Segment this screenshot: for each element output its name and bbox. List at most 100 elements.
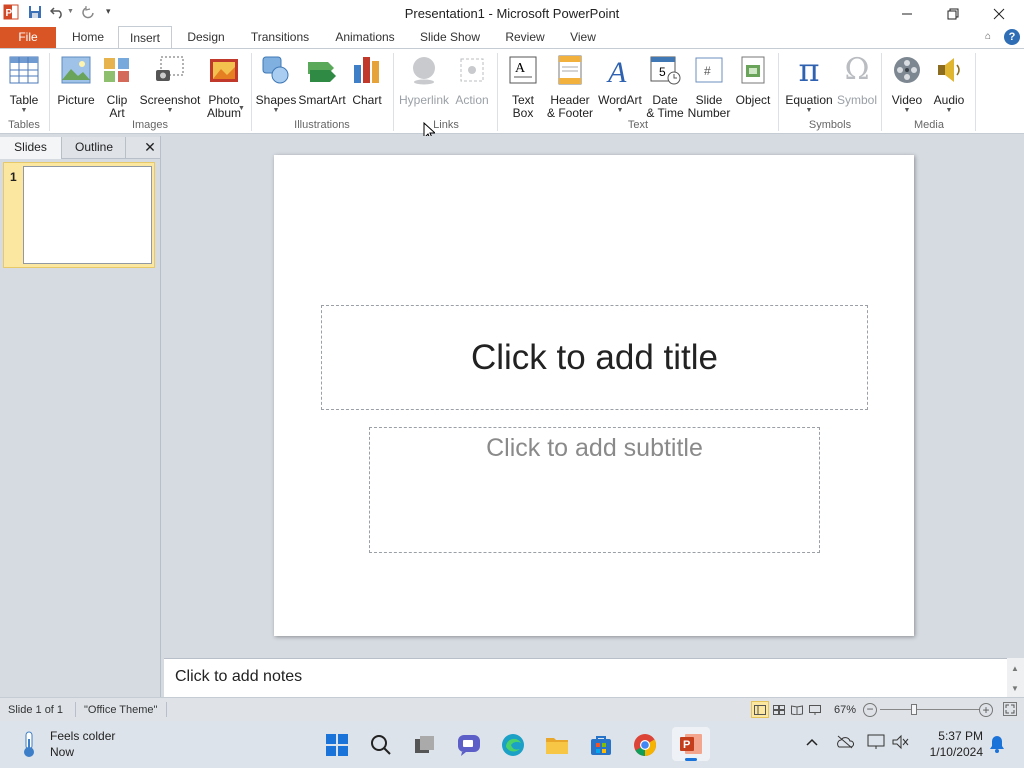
group-label-links: Links bbox=[433, 119, 459, 131]
equation-dropdown-icon: ▼ bbox=[805, 107, 813, 114]
tab-design[interactable]: Design bbox=[180, 26, 232, 48]
notes-pane[interactable]: Click to add notes bbox=[164, 658, 1007, 697]
video-dropdown-icon: ▼ bbox=[903, 107, 911, 114]
onedrive-icon[interactable] bbox=[836, 735, 855, 752]
object-icon bbox=[736, 53, 770, 87]
slide-indicator: Slide 1 of 1 bbox=[8, 704, 64, 716]
group-label-media: Media bbox=[914, 119, 944, 131]
audio-button[interactable]: Audio ▼ bbox=[928, 53, 970, 115]
picture-button[interactable]: Picture bbox=[54, 53, 98, 107]
powerpoint-taskbar-icon[interactable]: P bbox=[672, 727, 710, 761]
active-app-indicator bbox=[685, 758, 697, 761]
fit-slide-icon[interactable] bbox=[1003, 702, 1017, 716]
status-bar: Slide 1 of 1 "Office Theme" 67% − + bbox=[0, 697, 1024, 721]
slide-thumbnail[interactable] bbox=[23, 166, 152, 264]
header-footer-icon bbox=[553, 53, 587, 87]
close-icon[interactable] bbox=[976, 0, 1022, 28]
group-label-text: Text bbox=[627, 119, 649, 131]
wordart-dropdown-icon: ▼ bbox=[616, 107, 624, 114]
theme-name[interactable]: "Office Theme" bbox=[84, 704, 157, 716]
notes-scrollbar[interactable]: ▲ ▼ bbox=[1007, 658, 1024, 697]
tab-review[interactable]: Review bbox=[500, 26, 550, 48]
object-button[interactable]: Object bbox=[732, 53, 774, 107]
action-label: Action bbox=[455, 93, 489, 107]
tab-view[interactable]: View bbox=[564, 26, 602, 48]
minimize-ribbon-icon[interactable]: ⌂ bbox=[985, 31, 991, 42]
tab-home[interactable]: Home bbox=[64, 26, 112, 48]
close-pane-icon[interactable]: ✕ bbox=[142, 139, 158, 155]
picture-icon bbox=[59, 53, 93, 87]
symbol-button[interactable]: Ω Symbol bbox=[836, 53, 878, 107]
clock-time[interactable]: 5:37 PM bbox=[925, 729, 983, 743]
slide-show-icon[interactable] bbox=[806, 701, 824, 718]
weather-title[interactable]: Feels colder bbox=[50, 729, 115, 743]
action-button[interactable]: Action bbox=[452, 53, 492, 107]
weather-subtitle[interactable]: Now bbox=[50, 745, 74, 759]
tab-animations[interactable]: Animations bbox=[330, 26, 400, 48]
shapes-button[interactable]: Shapes ▼ bbox=[254, 53, 298, 115]
action-icon bbox=[455, 53, 489, 87]
thermometer-icon[interactable] bbox=[18, 730, 40, 761]
tab-outline[interactable]: Outline bbox=[63, 137, 126, 159]
hyperlink-label: Hyperlink bbox=[398, 93, 449, 107]
display-icon[interactable] bbox=[867, 734, 885, 753]
chevron-up-icon[interactable] bbox=[806, 737, 818, 749]
smartart-button[interactable]: SmartArt bbox=[298, 53, 346, 107]
table-button[interactable]: Table ▼ bbox=[2, 53, 46, 115]
scroll-up-icon[interactable]: ▲ bbox=[1011, 664, 1019, 673]
minimize-icon[interactable] bbox=[884, 0, 930, 28]
teams-chat-icon[interactable] bbox=[453, 729, 485, 761]
reading-view-icon[interactable] bbox=[788, 701, 806, 718]
text-box-button[interactable]: A Text Box bbox=[502, 53, 544, 120]
tab-slide-show[interactable]: Slide Show bbox=[414, 26, 486, 48]
equation-label: Equation bbox=[785, 93, 833, 107]
zoom-slider-thumb[interactable] bbox=[911, 704, 917, 715]
edge-browser-icon[interactable] bbox=[497, 729, 529, 761]
slide-number-button[interactable]: # Slide Number bbox=[686, 53, 732, 120]
tab-file[interactable]: File bbox=[0, 27, 56, 48]
scroll-down-icon[interactable]: ▼ bbox=[1011, 684, 1019, 693]
file-explorer-icon[interactable] bbox=[541, 729, 573, 761]
microsoft-store-icon[interactable] bbox=[585, 729, 617, 761]
tab-slides[interactable]: Slides bbox=[0, 137, 62, 159]
windows-start-icon[interactable] bbox=[321, 729, 353, 761]
subtitle-placeholder[interactable]: Click to add subtitle bbox=[369, 427, 820, 553]
chart-button[interactable]: Chart bbox=[348, 53, 386, 107]
zoom-out-icon[interactable]: − bbox=[863, 703, 877, 717]
svg-text:5: 5 bbox=[659, 65, 666, 79]
speaker-muted-icon[interactable] bbox=[892, 734, 910, 753]
normal-view-icon[interactable] bbox=[751, 701, 769, 718]
slide-sorter-icon[interactable] bbox=[770, 701, 788, 718]
clock-date[interactable]: 1/10/2024 bbox=[920, 745, 983, 759]
title-placeholder[interactable]: Click to add title bbox=[321, 305, 868, 410]
zoom-level[interactable]: 67% bbox=[834, 704, 856, 716]
zoom-slider[interactable] bbox=[880, 704, 980, 715]
tab-transitions[interactable]: Transitions bbox=[244, 26, 316, 48]
picture-label: Picture bbox=[57, 93, 95, 107]
tab-insert[interactable]: Insert bbox=[118, 26, 172, 49]
zoom-in-icon[interactable]: + bbox=[979, 703, 993, 717]
shapes-dropdown-icon: ▼ bbox=[272, 107, 280, 114]
wordart-button[interactable]: A WordArt ▼ bbox=[596, 53, 644, 115]
screenshot-label: Screenshot bbox=[139, 93, 201, 107]
header-footer-button[interactable]: Header & Footer bbox=[544, 53, 596, 120]
table-dropdown-icon: ▼ bbox=[20, 107, 28, 114]
speaker-icon bbox=[932, 53, 966, 87]
equation-button[interactable]: π Equation ▼ bbox=[782, 53, 836, 115]
group-label-tables: Tables bbox=[8, 119, 40, 131]
restore-icon[interactable] bbox=[930, 0, 976, 28]
date-time-icon: 5 bbox=[648, 53, 682, 87]
ribbon-insert: Table ▼ Tables Picture Clip Art Screensh… bbox=[0, 48, 1024, 134]
task-view-icon[interactable] bbox=[409, 729, 441, 761]
notification-bell-icon[interactable] bbox=[989, 735, 1005, 756]
hyperlink-button[interactable]: Hyperlink bbox=[397, 53, 451, 107]
video-button[interactable]: Video ▼ bbox=[886, 53, 928, 115]
clip-art-button[interactable]: Clip Art bbox=[100, 53, 134, 120]
date-time-button[interactable]: 5 Date & Time bbox=[644, 53, 686, 120]
video-label: Video bbox=[891, 93, 923, 107]
chrome-icon[interactable] bbox=[629, 729, 661, 761]
help-icon[interactable]: ? bbox=[1004, 29, 1020, 45]
search-icon[interactable] bbox=[365, 729, 397, 761]
wordart-label: WordArt bbox=[598, 93, 642, 107]
screenshot-button[interactable]: Screenshot ▼ bbox=[138, 53, 202, 115]
